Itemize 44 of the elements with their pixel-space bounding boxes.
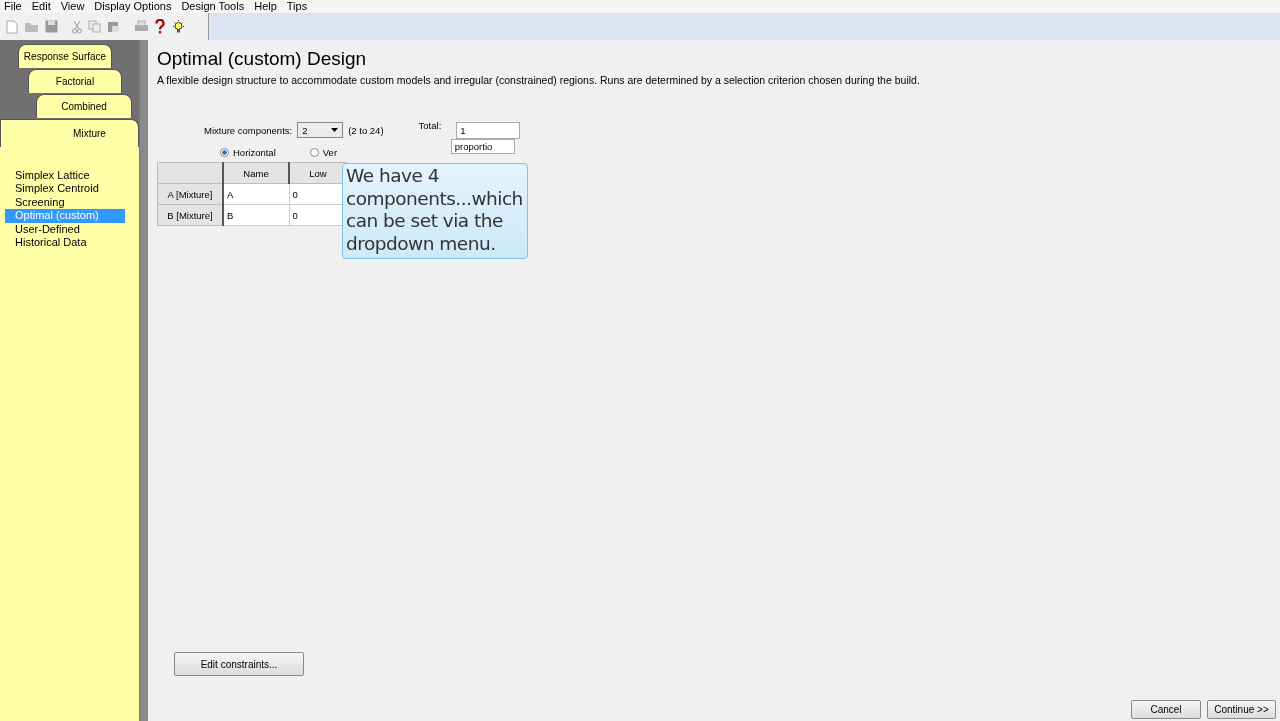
design-type-item[interactable]: Simplex Lattice: [5, 169, 125, 183]
folder-icon[interactable]: [24, 20, 39, 33]
row-header: A [Mixture]: [157, 183, 223, 205]
help-icon[interactable]: [155, 19, 165, 34]
description: A flexible design structure to accommodate custom models and irregular (constrained) regions. Runs are determined by a selection criterion chosen during the build.: [157, 74, 921, 86]
design-type-item[interactable]: Screening: [5, 195, 125, 210]
new-file-icon[interactable]: [6, 19, 18, 34]
caret-icon: [331, 128, 339, 132]
tooltip-callout: We have 4 components...which can be set via the dropdown menu.: [342, 163, 528, 259]
design-type-item[interactable]: User-Defined: [5, 222, 125, 237]
lightbulb-icon[interactable]: [171, 19, 186, 34]
menu-item[interactable]: Edit: [31, 0, 51, 13]
orientation-radio[interactable]: Ver: [309, 146, 341, 158]
components-dropdown[interactable]: 2: [297, 122, 344, 138]
edit-constraints-button[interactable]: Edit constraints...: [174, 652, 304, 676]
design-tab[interactable]: Factorial: [28, 69, 122, 93]
column-header: Name: [223, 162, 289, 184]
design-type-item[interactable]: Historical Data: [5, 236, 125, 250]
printer-icon[interactable]: [134, 20, 149, 33]
cancel-button[interactable]: Cancel: [1131, 700, 1201, 719]
save-icon[interactable]: [45, 20, 58, 33]
menu-item[interactable]: Display Options: [94, 0, 172, 13]
units-field[interactable]: proportio: [450, 139, 515, 154]
menu-item[interactable]: Help: [254, 0, 277, 13]
menu-item[interactable]: Tips: [286, 0, 308, 13]
clipboard-icon[interactable]: [107, 20, 120, 33]
design-tab[interactable]: Mixture: [0, 119, 139, 147]
row-header: B [Mixture]: [157, 204, 223, 226]
design-tab[interactable]: Combined: [36, 94, 132, 118]
components-label: Mixture components:: [204, 124, 293, 136]
orientation-radio[interactable]: Horizontal: [220, 146, 276, 158]
continue-button[interactable]: Continue >>: [1207, 700, 1276, 719]
column-header: Low: [289, 162, 347, 184]
design-tab[interactable]: Response Surface: [18, 44, 112, 68]
total-field[interactable]: 1: [456, 121, 521, 139]
scissors-icon[interactable]: [72, 19, 82, 34]
menu-item[interactable]: View: [60, 0, 85, 13]
menu-item[interactable]: File: [4, 0, 22, 13]
design-type-item[interactable]: Simplex Centroid: [5, 182, 125, 196]
page-title: Optimal (custom) Design: [157, 48, 368, 70]
range-label: (2 to 24): [348, 124, 384, 136]
total-label: Total:: [418, 120, 442, 131]
menu-item[interactable]: Design Tools: [181, 0, 245, 13]
copy-icon[interactable]: [88, 20, 101, 33]
